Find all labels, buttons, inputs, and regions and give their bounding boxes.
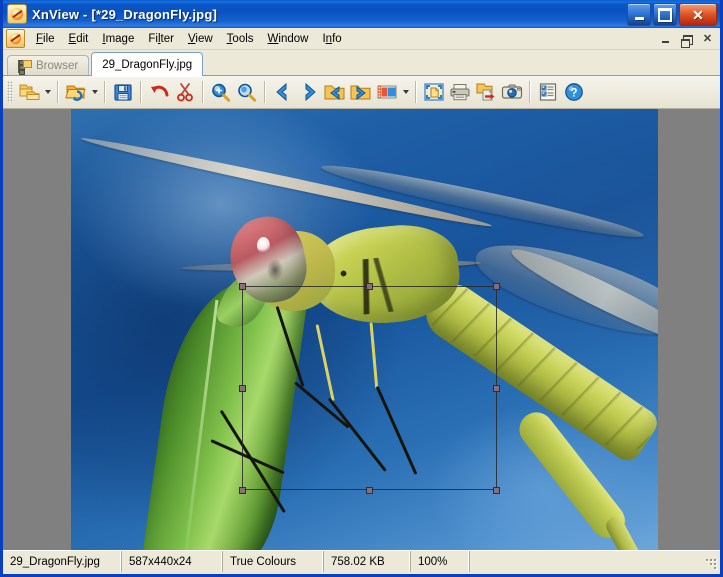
fit-image-icon[interactable]: [421, 79, 447, 105]
open-file-icon[interactable]: [63, 79, 89, 105]
properties-icon[interactable]: [535, 79, 561, 105]
selection-handle-ne[interactable]: [493, 283, 500, 290]
menu-window[interactable]: Window: [261, 31, 316, 47]
xnview-window: XnView - [*29_DragonFly.jpg] ✕ File Edit…: [0, 0, 723, 577]
toolbar-separator: [57, 81, 59, 103]
toolbar-separator: [415, 81, 417, 103]
maximize-button[interactable]: [653, 3, 677, 26]
resize-grip[interactable]: [705, 558, 718, 571]
mdi-restore-button[interactable]: [677, 30, 696, 48]
menu-bar: File Edit Image Filter View Tools Window…: [3, 28, 720, 50]
status-colour-mode: True Colours: [223, 551, 324, 572]
selection-handle-e[interactable]: [493, 385, 500, 392]
close-button[interactable]: ✕: [679, 3, 717, 26]
save-icon[interactable]: [110, 79, 136, 105]
browser-tree-icon: [18, 60, 32, 73]
undo-icon[interactable]: [146, 79, 172, 105]
toolbar-separator: [202, 81, 204, 103]
open-file-dropdown[interactable]: [89, 79, 100, 105]
toolbar-separator: [264, 81, 266, 103]
document-app-icon: [6, 29, 25, 48]
toolbar-gripper[interactable]: [7, 81, 13, 103]
toolbar-separator: [104, 81, 106, 103]
zoom-out-icon[interactable]: [234, 79, 260, 105]
menu-image-label: mage: [106, 33, 135, 45]
dragonfly-eye-highlight: [257, 237, 270, 254]
status-spacer: [470, 551, 720, 572]
title-bar: XnView - [*29_DragonFly.jpg] ✕: [3, 0, 720, 28]
menu-filter-label: ter: [161, 33, 174, 45]
selection-handle-n[interactable]: [366, 283, 373, 290]
new-browser-dropdown[interactable]: [42, 79, 53, 105]
menu-edit-label: dit: [76, 33, 88, 45]
status-filename: 29_DragonFly.jpg: [3, 551, 122, 572]
tab-bar: Browser 29_DragonFly.jpg: [3, 50, 720, 76]
toolbar-separator: [140, 81, 142, 103]
new-browser-icon[interactable]: [16, 79, 42, 105]
zoom-in-icon[interactable]: [208, 79, 234, 105]
status-dimensions: 587x440x24: [122, 551, 223, 572]
selection-handle-sw[interactable]: [239, 487, 246, 494]
mdi-close-button[interactable]: ✕: [698, 30, 717, 48]
help-icon[interactable]: ?: [561, 79, 587, 105]
status-filesize: 758.02 KB: [324, 551, 411, 572]
status-zoom-level: 100%: [411, 551, 470, 572]
tab-browser-label: Browser: [36, 60, 78, 72]
print-icon[interactable]: [447, 79, 473, 105]
menu-info[interactable]: Info: [315, 31, 348, 47]
dragonfly-eye-shadow: [267, 259, 283, 281]
window-title: XnView - [*29_DragonFly.jpg]: [32, 7, 217, 22]
selection-handle-w[interactable]: [239, 385, 246, 392]
previous-image-icon[interactable]: [270, 79, 296, 105]
tab-29-dragonfly-label: 29_DragonFly.jpg: [102, 59, 192, 71]
menu-filter[interactable]: Filter: [141, 31, 181, 47]
menu-view[interactable]: View: [181, 31, 220, 47]
selection-handle-s[interactable]: [366, 487, 373, 494]
svg-text:?: ?: [570, 88, 577, 100]
status-bar: 29_DragonFly.jpg 587x440x24 True Colours…: [3, 550, 720, 572]
menu-image[interactable]: Image: [95, 31, 141, 47]
selection-handle-se[interactable]: [493, 487, 500, 494]
image-canvas[interactable]: [3, 109, 720, 550]
tab-29-dragonfly[interactable]: 29_DragonFly.jpg: [91, 52, 203, 76]
dragonfly-photograph[interactable]: [71, 109, 658, 550]
xnview-butterfly-icon: [7, 4, 27, 24]
slideshow-dropdown[interactable]: [400, 79, 411, 105]
mdi-child-controls: ✕: [656, 30, 717, 48]
menu-window-label: indow: [278, 33, 308, 45]
convert-icon[interactable]: [473, 79, 499, 105]
slideshow-icon[interactable]: [374, 79, 400, 105]
next-folder-icon[interactable]: [348, 79, 374, 105]
next-image-icon[interactable]: [296, 79, 322, 105]
menu-file-label: ile: [43, 33, 55, 45]
menu-info-label: fo: [332, 33, 342, 45]
main-toolbar: ?: [3, 76, 720, 109]
tab-browser[interactable]: Browser: [7, 55, 89, 76]
menu-tools-label: ools: [232, 33, 253, 45]
toolbar-separator: [529, 81, 531, 103]
menu-view-label: iew: [195, 33, 212, 45]
mdi-minimize-button[interactable]: [656, 30, 675, 48]
minimize-button[interactable]: [627, 3, 651, 26]
menu-edit[interactable]: Edit: [62, 31, 96, 47]
menu-tools[interactable]: Tools: [220, 31, 261, 47]
selection-handle-nw[interactable]: [239, 283, 246, 290]
previous-folder-icon[interactable]: [322, 79, 348, 105]
selection-rectangle[interactable]: [242, 286, 497, 490]
window-controls: ✕: [627, 3, 717, 26]
capture-icon[interactable]: [499, 79, 525, 105]
cut-icon[interactable]: [172, 79, 198, 105]
menu-file[interactable]: File: [29, 31, 62, 47]
